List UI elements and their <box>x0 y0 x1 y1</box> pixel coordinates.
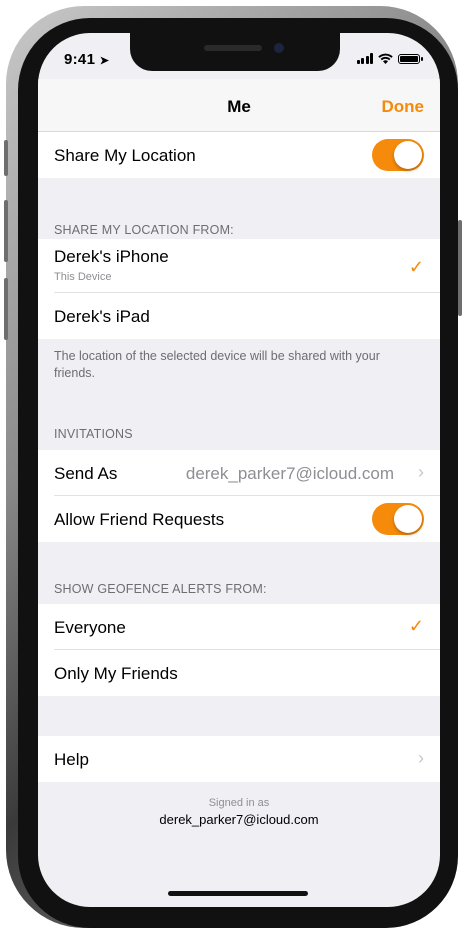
geofence-option-label: Everyone <box>54 618 126 637</box>
battery-icon <box>398 53 423 64</box>
navigation-bar: Me Done <box>38 79 440 132</box>
status-bar-time: 9:41 ➤ <box>64 51 109 68</box>
status-bar-icons <box>356 53 423 64</box>
allow-requests-row: Allow Friend Requests <box>38 496 440 542</box>
signed-in-email: derek_parker7@icloud.com <box>159 812 319 827</box>
chevron-right-icon: › <box>418 748 424 768</box>
signed-in-label: Signed in as <box>208 797 270 809</box>
cellular-signal-icon <box>356 53 373 64</box>
help-label: Help <box>54 750 89 769</box>
location-arrow-icon: ➤ <box>99 55 110 67</box>
share-location-label: Share My Location <box>54 146 196 165</box>
allow-requests-label: Allow Friend Requests <box>54 510 225 529</box>
status-time-text: 9:41 <box>64 51 96 68</box>
notch <box>130 33 340 71</box>
power-button <box>458 220 462 316</box>
send-as-value: derek_parker7@icloud.com <box>185 464 394 483</box>
share-location-row: Share My Location <box>38 132 440 178</box>
volume-up-button <box>4 200 8 262</box>
home-indicator[interactable] <box>168 891 308 896</box>
toggle-knob <box>394 141 422 169</box>
send-as-label: Send As <box>54 464 118 483</box>
device-subtitle: This Device <box>54 271 112 283</box>
allow-requests-toggle[interactable] <box>372 503 424 535</box>
checkmark-icon: ✓ <box>408 616 424 636</box>
volume-down-button <box>4 278 8 340</box>
wifi-icon <box>378 53 393 64</box>
geofence-header: SHOW GEOFENCE ALERTS FROM: <box>54 582 267 596</box>
speaker-grille <box>204 45 262 51</box>
mute-switch <box>4 140 8 176</box>
share-location-toggle[interactable] <box>372 139 424 171</box>
done-button[interactable]: Done <box>382 97 425 117</box>
send-as-row[interactable]: Send As derek_parker7@icloud.com › <box>38 450 440 496</box>
share-from-header: SHARE MY LOCATION FROM: <box>54 223 234 237</box>
help-row[interactable]: Help › <box>38 736 440 782</box>
device-row-iphone[interactable]: Derek's iPhone This Device ✓ <box>38 239 440 293</box>
toggle-knob <box>394 505 422 533</box>
phone-screen: 9:41 ➤ Me Done Share My Location SHARE M… <box>38 33 440 907</box>
front-camera <box>274 43 284 53</box>
device-name: Derek's iPhone <box>54 247 169 266</box>
page-title: Me <box>227 97 251 116</box>
signed-in-info: Signed in as derek_parker7@icloud.com <box>38 797 440 827</box>
geofence-option-friends[interactable]: Only My Friends <box>38 650 440 696</box>
device-row-ipad[interactable]: Derek's iPad <box>38 293 440 339</box>
geofence-option-label: Only My Friends <box>54 664 178 683</box>
invitations-header: INVITATIONS <box>54 427 133 441</box>
geofence-option-everyone[interactable]: Everyone ✓ <box>38 604 440 650</box>
share-from-footer: The location of the selected device will… <box>54 349 380 380</box>
chevron-right-icon: › <box>418 462 424 482</box>
checkmark-icon: ✓ <box>408 257 424 277</box>
device-name: Derek's iPad <box>54 307 150 326</box>
